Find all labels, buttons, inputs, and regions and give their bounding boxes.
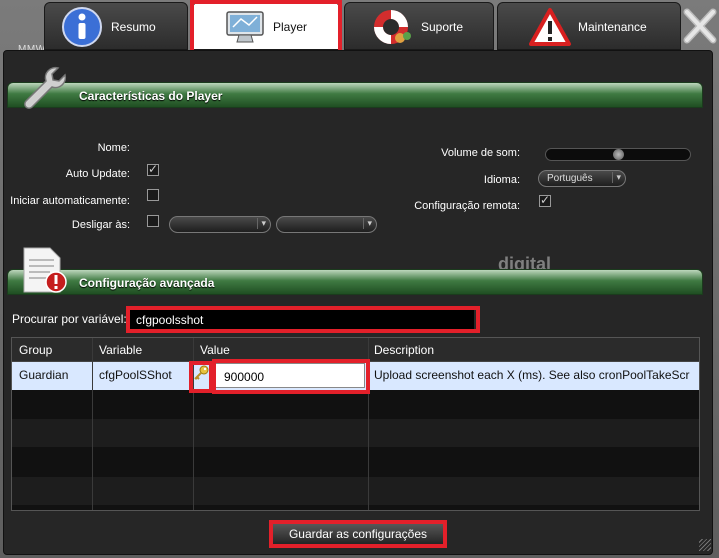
shutdown-hour-select[interactable]: ▾: [169, 216, 271, 233]
language-label: Idioma:: [483, 174, 520, 186]
close-icon[interactable]: [683, 6, 717, 46]
name-label: Nome:: [97, 142, 130, 154]
player-panel-title: Características do Player: [79, 89, 223, 103]
value-edit-field[interactable]: 900000: [215, 363, 365, 388]
resize-handle[interactable]: [699, 539, 711, 551]
advanced-panel-title: Configuração avançada: [79, 276, 215, 290]
cell-variable: cfgPoolSShot: [99, 368, 172, 382]
auto-update-checkbox[interactable]: [147, 162, 159, 176]
column-divider: [92, 338, 93, 510]
chevron-down-icon: ▾: [363, 218, 372, 229]
column-header-variable[interactable]: Variable: [99, 343, 142, 357]
tab-bar: Resumo Player Suporte Maintenance: [0, 0, 719, 54]
auto-update-label: Auto Update:: [65, 168, 130, 180]
chevron-down-icon: ▾: [612, 172, 621, 183]
remote-config-label: Configuração remota:: [414, 200, 520, 212]
variable-search-input[interactable]: [130, 310, 474, 329]
document-alert-icon: [23, 247, 67, 293]
cell-group: Guardian: [19, 368, 69, 382]
language-select-value: Português: [547, 173, 593, 184]
warning-icon: [529, 8, 571, 46]
cell-description: Upload screenshot each X (ms). See also …: [374, 368, 690, 382]
tab-player[interactable]: Player: [192, 2, 340, 50]
tab-player-label: Player: [273, 20, 308, 34]
tab-maintenance[interactable]: Maintenance: [497, 2, 681, 50]
table-row-empty: [12, 477, 699, 505]
chevron-down-icon: ▾: [257, 218, 266, 229]
tab-suporte-label: Suporte: [421, 20, 464, 34]
shutdown-minute-select[interactable]: ▾: [276, 216, 377, 233]
column-divider: [193, 338, 194, 510]
tab-suporte[interactable]: Suporte: [344, 2, 494, 50]
column-header-value[interactable]: Value: [200, 343, 230, 357]
column-header-description[interactable]: Description: [374, 343, 434, 357]
table-row-empty: [12, 419, 699, 447]
wrench-icon: [24, 66, 67, 109]
info-icon: [62, 7, 102, 47]
tab-resumo-label: Resumo: [111, 20, 156, 34]
key-icon[interactable]: [193, 365, 209, 381]
table-row-empty: [12, 391, 699, 419]
table-header: Group Variable Value Description: [12, 338, 699, 362]
shutdown-label: Desligar às:: [71, 219, 130, 231]
lifebuoy-icon: [374, 10, 411, 44]
volume-slider[interactable]: [545, 148, 691, 161]
player-panel-header: Características do Player: [7, 82, 703, 108]
language-select[interactable]: Português ▾: [538, 170, 626, 187]
shutdown-checkbox[interactable]: [147, 215, 159, 227]
remote-config-checkbox[interactable]: [539, 193, 551, 207]
search-label: Procurar por variável:: [12, 312, 127, 326]
save-settings-button[interactable]: Guardar as configurações: [272, 523, 444, 545]
autostart-label: Iniciar automaticamente:: [10, 195, 130, 207]
volume-slider-knob[interactable]: [613, 149, 624, 160]
autostart-checkbox[interactable]: [147, 189, 159, 201]
column-divider: [368, 338, 369, 510]
monitor-icon: [226, 11, 264, 43]
advanced-panel-header: Configuração avançada: [7, 269, 703, 295]
volume-label: Volume de som:: [441, 147, 520, 159]
table-row-empty: [12, 448, 699, 476]
tab-resumo[interactable]: Resumo: [44, 2, 188, 50]
tab-maintenance-label: Maintenance: [578, 20, 647, 34]
column-header-group[interactable]: Group: [19, 343, 52, 357]
